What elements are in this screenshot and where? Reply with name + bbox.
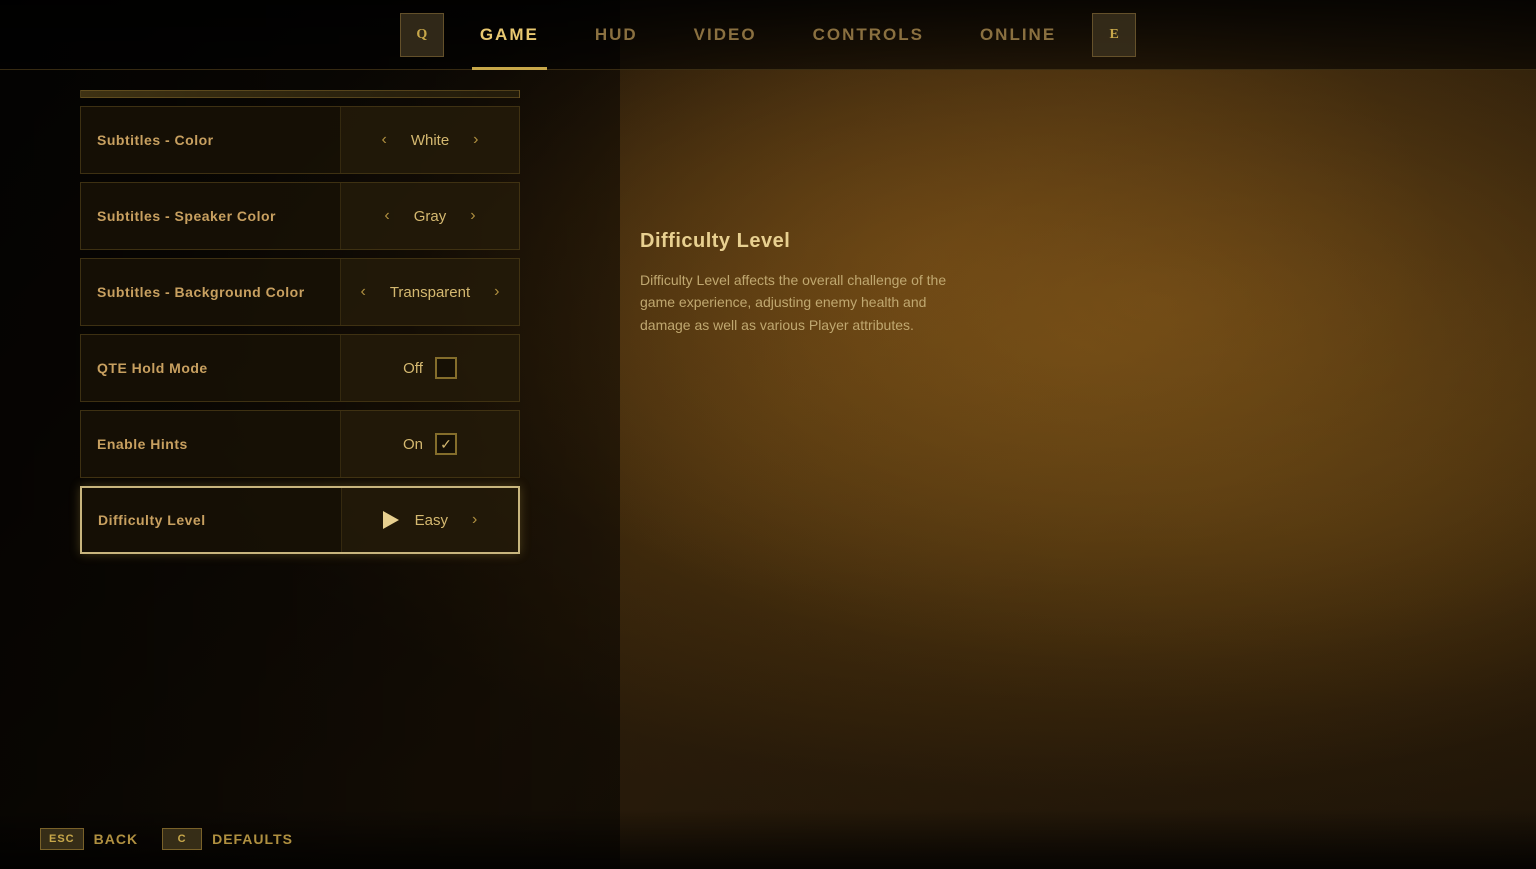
subtitles-speaker-color-prev[interactable]: ‹	[376, 203, 397, 229]
defaults-key-badge: C	[162, 828, 202, 850]
difficulty-level-next[interactable]: ›	[464, 507, 485, 533]
defaults-action[interactable]: C Defaults	[162, 828, 293, 850]
qte-hold-mode-checkbox[interactable]	[435, 357, 457, 379]
qte-hold-mode-checkbox-group: Off	[403, 357, 457, 379]
info-panel: Difficulty Level Difficulty Level affect…	[600, 70, 1536, 869]
setting-value-qte-hold-mode: Off	[341, 335, 519, 401]
tab-controls[interactable]: CONTROLS	[785, 0, 952, 70]
settings-panel: Subtitles - Color ‹ White › Subtitles - …	[0, 70, 600, 869]
setting-value-enable-hints: On ✓	[341, 411, 519, 477]
setting-row-difficulty-level[interactable]: Difficulty Level Easy ›	[80, 486, 520, 554]
setting-value-subtitles-bg-color: ‹ Transparent ›	[341, 259, 519, 325]
enable-hints-checkbox[interactable]: ✓	[435, 433, 457, 455]
tab-video[interactable]: VIDEO	[666, 0, 785, 70]
back-label: Back	[94, 831, 138, 847]
tab-hud[interactable]: HUD	[567, 0, 666, 70]
setting-label-difficulty-level: Difficulty Level	[82, 488, 342, 552]
defaults-label: Defaults	[212, 831, 293, 847]
enable-hints-checkbox-group: On ✓	[403, 433, 457, 455]
cursor-arrow-icon	[383, 511, 399, 529]
bottom-bar: ESC Back C Defaults	[0, 809, 1536, 869]
setting-row-subtitles-bg-color[interactable]: Subtitles - Background Color ‹ Transpare…	[80, 258, 520, 326]
info-title: Difficulty Level	[640, 230, 1496, 253]
tab-online[interactable]: ONLINE	[952, 0, 1084, 70]
back-action[interactable]: ESC Back	[40, 828, 138, 850]
setting-value-subtitles-color: ‹ White ›	[341, 107, 519, 173]
back-key-badge: ESC	[40, 828, 84, 850]
setting-label-enable-hints: Enable Hints	[81, 411, 341, 477]
setting-row-qte-hold-mode[interactable]: QTE Hold Mode Off	[80, 334, 520, 402]
subtitles-bg-color-prev[interactable]: ‹	[353, 279, 374, 305]
tab-game[interactable]: GAME	[452, 0, 567, 70]
setting-label-subtitles-bg-color: Subtitles - Background Color	[81, 259, 341, 325]
setting-value-difficulty-level: Easy ›	[342, 488, 518, 552]
subtitles-color-next[interactable]: ›	[465, 127, 486, 153]
setting-row-subtitles-speaker-color[interactable]: Subtitles - Speaker Color ‹ Gray ›	[80, 182, 520, 250]
right-nav-icon: E	[1092, 13, 1136, 57]
subtitles-speaker-color-next[interactable]: ›	[462, 203, 483, 229]
setting-row-subtitles-color[interactable]: Subtitles - Color ‹ White ›	[80, 106, 520, 174]
subtitles-bg-color-next[interactable]: ›	[486, 279, 507, 305]
setting-label-subtitles-speaker-color: Subtitles - Speaker Color	[81, 183, 341, 249]
scroll-top-indicator	[80, 90, 520, 98]
setting-row-enable-hints[interactable]: Enable Hints On ✓	[80, 410, 520, 478]
left-nav-icon: Q	[400, 13, 444, 57]
setting-label-qte-hold-mode: QTE Hold Mode	[81, 335, 341, 401]
settings-list: Subtitles - Color ‹ White › Subtitles - …	[80, 106, 520, 554]
subtitles-color-prev[interactable]: ‹	[374, 127, 395, 153]
info-description: Difficulty Level affects the overall cha…	[640, 269, 980, 336]
top-navigation: Q GAME HUD VIDEO CONTROLS ONLINE E	[0, 0, 1536, 70]
setting-label-subtitles-color: Subtitles - Color	[81, 107, 341, 173]
setting-value-subtitles-speaker-color: ‹ Gray ›	[341, 183, 519, 249]
